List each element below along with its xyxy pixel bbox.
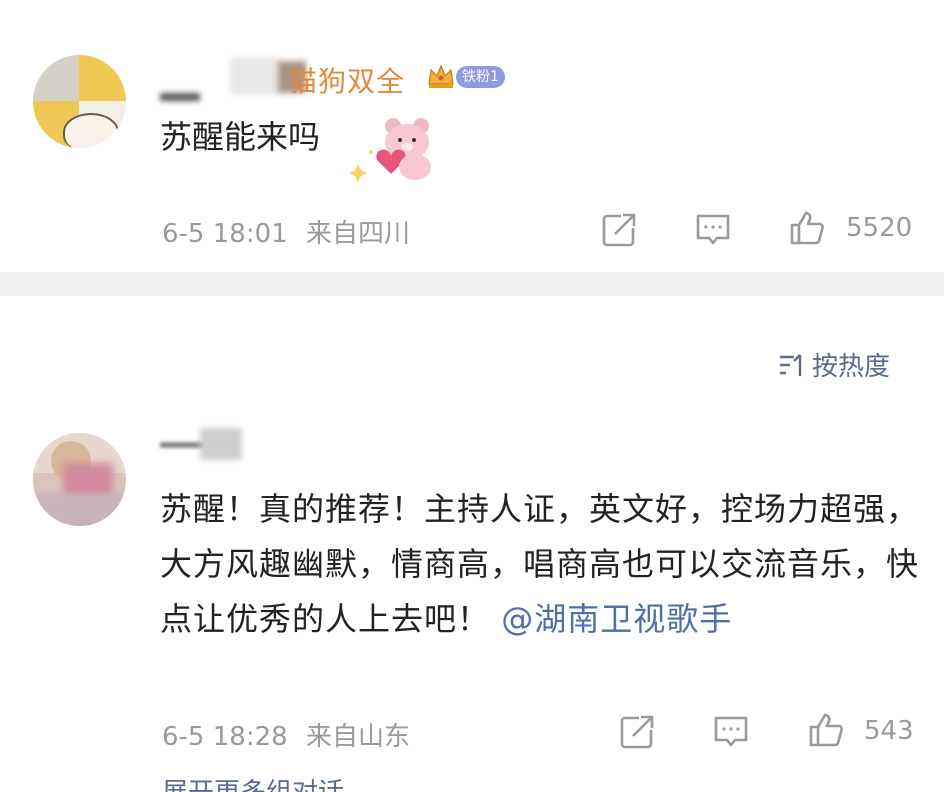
sort-by-hot-button[interactable]: 按热度 bbox=[778, 346, 890, 383]
share-icon[interactable] bbox=[601, 212, 637, 248]
username[interactable]: 猫狗双全 bbox=[289, 60, 405, 100]
section-divider bbox=[0, 272, 944, 296]
location: 来自四川 bbox=[305, 219, 410, 249]
avatar[interactable] bbox=[33, 433, 126, 526]
more-replies-link[interactable]: 展开更多组对话 bbox=[162, 772, 344, 792]
comment-meta: 6-5 18:01 来自四川 bbox=[162, 213, 410, 250]
username-redacted bbox=[160, 428, 242, 464]
crown-icon bbox=[428, 64, 454, 88]
fan-badge: 铁粉1 bbox=[456, 66, 505, 88]
comments-page: 猫狗双全 铁粉1 苏醒能来吗 6-5 18:01 来自四川 5520 按热度 苏… bbox=[0, 0, 944, 792]
location: 来自山东 bbox=[305, 722, 410, 752]
like-icon[interactable] bbox=[789, 210, 825, 246]
comment-text: 苏醒能来吗 bbox=[160, 118, 321, 156]
comment-icon[interactable] bbox=[713, 714, 749, 750]
sort-icon bbox=[780, 353, 802, 376]
username-redacted bbox=[160, 57, 220, 101]
comment-meta: 6-5 18:28 来自山东 bbox=[162, 716, 410, 753]
mention-link[interactable]: @湖南卫视歌手 bbox=[501, 600, 732, 638]
sort-label: 按热度 bbox=[812, 352, 891, 382]
bear-sticker-icon bbox=[349, 118, 431, 182]
like-count: 543 bbox=[864, 716, 914, 746]
like-icon[interactable] bbox=[808, 712, 844, 748]
like-count: 5520 bbox=[846, 213, 913, 243]
timestamp: 6-5 18:28 bbox=[162, 722, 288, 752]
avatar[interactable] bbox=[33, 55, 126, 148]
comment-icon[interactable] bbox=[695, 212, 731, 248]
timestamp: 6-5 18:01 bbox=[162, 219, 288, 249]
comment-1: 猫狗双全 铁粉1 苏醒能来吗 6-5 18:01 来自四川 5520 bbox=[0, 0, 944, 272]
share-icon[interactable] bbox=[619, 714, 655, 750]
comment-text: 苏醒！真的推荐！主持人证，英文好，控场力超强，大方风趣幽默，情商高，唱商高也可以… bbox=[160, 482, 920, 647]
